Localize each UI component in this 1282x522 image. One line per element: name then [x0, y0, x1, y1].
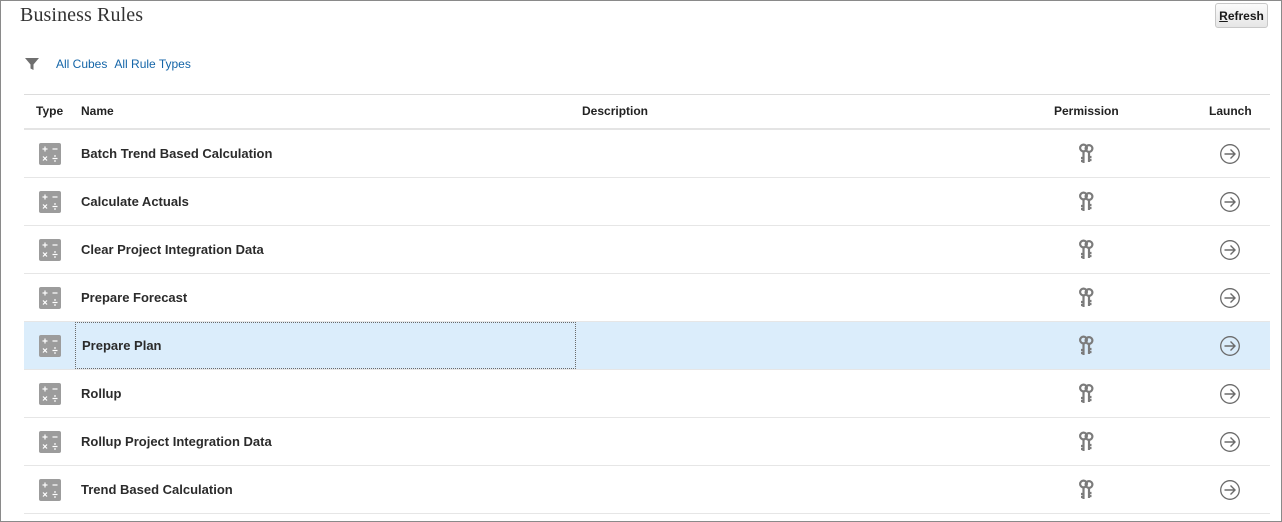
- keys-icon[interactable]: [1076, 334, 1096, 358]
- keys-icon[interactable]: [1076, 286, 1096, 310]
- arrow-circle-right-icon[interactable]: [1219, 287, 1241, 309]
- rule-name[interactable]: Clear Project Integration Data: [75, 226, 576, 273]
- keys-icon[interactable]: [1076, 382, 1096, 406]
- rule-name[interactable]: Prepare Forecast: [75, 274, 576, 321]
- rule-name[interactable]: Rollup Project Integration Data: [75, 418, 576, 465]
- arrow-circle-right-icon[interactable]: [1219, 239, 1241, 261]
- calculator-icon: [39, 287, 61, 309]
- refresh-mnemonic: R: [1219, 8, 1228, 23]
- keys-icon[interactable]: [1076, 238, 1096, 262]
- calculator-icon: [39, 239, 61, 261]
- calculator-icon: [39, 335, 61, 357]
- column-header-launch[interactable]: Launch: [1209, 104, 1252, 118]
- column-header-name[interactable]: Name: [81, 104, 114, 118]
- filter-all-cubes-link[interactable]: All Cubes: [56, 57, 107, 71]
- rule-name[interactable]: Trend Based Calculation: [75, 466, 576, 513]
- calculator-icon: [39, 191, 61, 213]
- column-header-type[interactable]: Type: [36, 104, 63, 118]
- table-body: Batch Trend Based Calculation Calculate …: [24, 130, 1270, 514]
- table-header: Type Name Description Permission Launch: [24, 95, 1270, 130]
- keys-icon[interactable]: [1076, 142, 1096, 166]
- table-row[interactable]: Prepare Plan: [24, 322, 1270, 370]
- filter-bar: All Cubes All Rule Types: [24, 55, 198, 73]
- column-header-description[interactable]: Description: [582, 104, 648, 118]
- column-header-permission[interactable]: Permission: [1054, 104, 1119, 118]
- calculator-icon: [39, 143, 61, 165]
- arrow-circle-right-icon[interactable]: [1219, 191, 1241, 213]
- rule-name[interactable]: Prepare Plan: [75, 322, 576, 369]
- rule-name[interactable]: Calculate Actuals: [75, 178, 576, 225]
- table-row[interactable]: Calculate Actuals: [24, 178, 1270, 226]
- filter-icon[interactable]: [24, 56, 40, 72]
- calculator-icon: [39, 431, 61, 453]
- arrow-circle-right-icon[interactable]: [1219, 431, 1241, 453]
- keys-icon[interactable]: [1076, 478, 1096, 502]
- table-row[interactable]: Trend Based Calculation: [24, 466, 1270, 514]
- arrow-circle-right-icon[interactable]: [1219, 479, 1241, 501]
- table-row[interactable]: Batch Trend Based Calculation: [24, 130, 1270, 178]
- table-row[interactable]: Rollup Project Integration Data: [24, 418, 1270, 466]
- rule-name[interactable]: Rollup: [75, 370, 576, 417]
- table-row[interactable]: Clear Project Integration Data: [24, 226, 1270, 274]
- keys-icon[interactable]: [1076, 430, 1096, 454]
- calculator-icon: [39, 383, 61, 405]
- table-row[interactable]: Prepare Forecast: [24, 274, 1270, 322]
- table-row[interactable]: Rollup: [24, 370, 1270, 418]
- arrow-circle-right-icon[interactable]: [1219, 335, 1241, 357]
- filter-all-rule-types-link[interactable]: All Rule Types: [114, 57, 190, 71]
- calculator-icon: [39, 479, 61, 501]
- rules-table: Type Name Description Permission Launch …: [24, 94, 1270, 514]
- arrow-circle-right-icon[interactable]: [1219, 143, 1241, 165]
- refresh-button[interactable]: Refresh: [1215, 3, 1268, 28]
- keys-icon[interactable]: [1076, 190, 1096, 214]
- arrow-circle-right-icon[interactable]: [1219, 383, 1241, 405]
- page-title: Business Rules: [20, 4, 144, 26]
- refresh-label: efresh: [1227, 8, 1264, 23]
- rule-name[interactable]: Batch Trend Based Calculation: [75, 130, 576, 177]
